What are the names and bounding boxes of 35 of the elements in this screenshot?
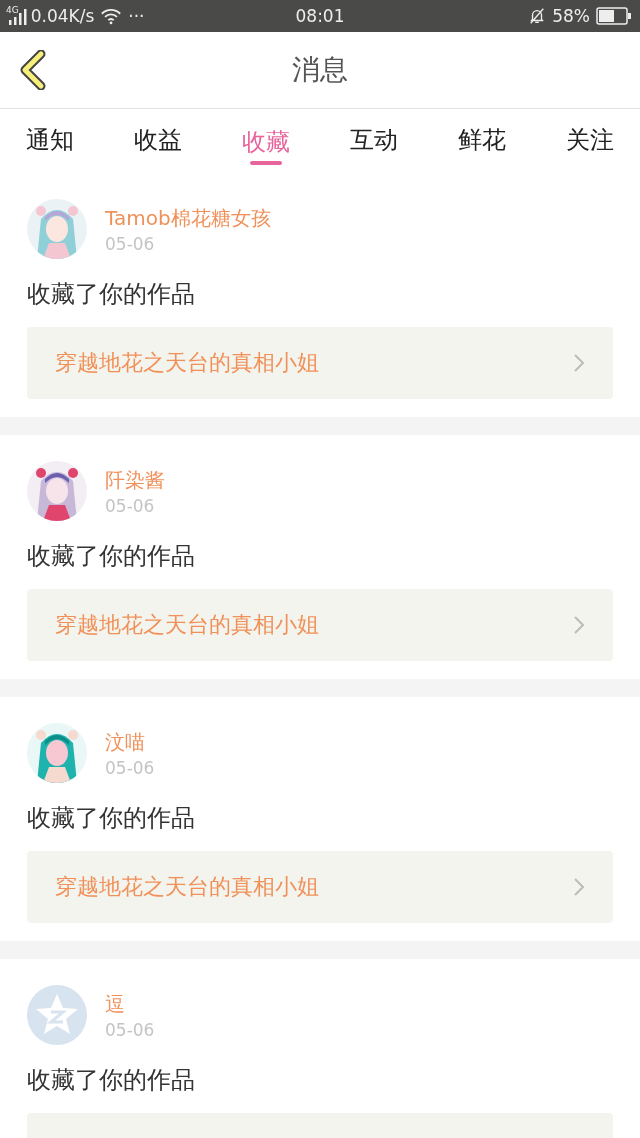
more-indicator: ··· — [128, 6, 145, 26]
chevron-right-icon — [573, 615, 585, 635]
network-speed: 0.04K/s — [30, 6, 95, 26]
tab[interactable]: 收藏 — [236, 109, 296, 165]
user-name[interactable]: 逗 — [105, 990, 155, 1018]
network-type: 4G — [6, 5, 19, 15]
battery-icon — [596, 7, 632, 25]
tab[interactable]: 互动 — [344, 109, 404, 165]
user-name[interactable]: 汶喵 — [105, 728, 155, 756]
message-text: 收藏了你的作品 — [27, 1065, 196, 1096]
message-date: 05-06 — [105, 495, 156, 516]
default-avatar-icon — [27, 985, 87, 1045]
muted-bell-icon — [528, 7, 547, 25]
work-link[interactable]: 穿越地花之天台的真相小姐 — [27, 327, 613, 399]
user-name[interactable]: 阡染酱 — [105, 466, 165, 494]
tab[interactable]: 通知 — [20, 109, 80, 165]
work-link[interactable]: 穿越地花之天台的真相小姐 — [27, 851, 613, 923]
message-date: 05-06 — [105, 757, 155, 778]
signal-icon — [8, 8, 30, 26]
message-date: 05-06 — [105, 233, 156, 254]
tab[interactable]: 鲜花 — [452, 109, 512, 165]
page-title: 消息 — [292, 52, 348, 88]
message-text: 收藏了你的作品 — [27, 541, 196, 572]
chevron-right-icon — [573, 353, 585, 373]
message-text: 收藏了你的作品 — [27, 803, 196, 834]
message-date: 05-06 — [105, 1019, 155, 1040]
message-text: 收藏了你的作品 — [27, 279, 196, 310]
battery-percent: 58% — [552, 6, 590, 26]
tab[interactable]: 关注 — [560, 109, 620, 165]
wifi-icon — [100, 7, 123, 25]
tab[interactable]: 收益 — [128, 109, 188, 165]
user-name[interactable]: Tamob棉花糖女孩 — [105, 204, 271, 232]
clock: 08:01 — [295, 6, 345, 26]
chevron-right-icon — [573, 877, 585, 897]
work-link[interactable]: 穿越地花之天台的真相小姐 — [27, 589, 613, 661]
